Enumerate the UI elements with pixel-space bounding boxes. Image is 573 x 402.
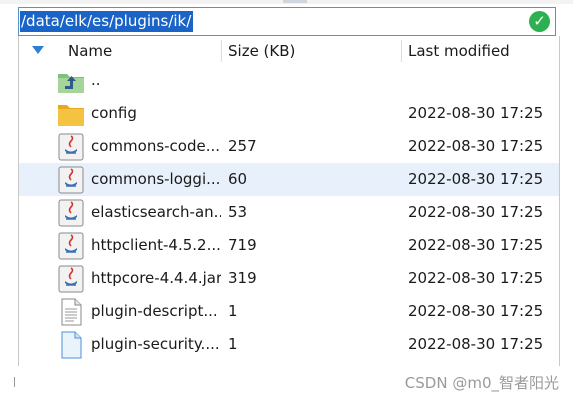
java-file-icon <box>58 199 84 227</box>
file-name: httpcore-4.4.4.jar <box>91 269 221 287</box>
file-row-highlighted[interactable]: commons-loggi... 60 2022-08-30 17:25 <box>19 163 559 196</box>
path-input[interactable]: /data/elk/es/plugins/ik/ ✓ <box>18 7 556 36</box>
file-modified: 2022-08-30 17:25 <box>408 335 544 353</box>
file-row[interactable]: plugin-descript... 1 2022-08-30 17:25 <box>19 295 559 328</box>
file-row[interactable]: plugin-security.... 1 2022-08-30 17:25 <box>19 328 559 361</box>
file-row[interactable]: config 2022-08-30 17:25 <box>19 97 559 130</box>
file-modified: 2022-08-30 17:25 <box>408 137 544 155</box>
file-name: plugin-security.... <box>91 335 220 353</box>
file-name: commons-loggi... <box>91 170 221 188</box>
file-modified: 2022-08-30 17:25 <box>408 170 544 188</box>
file-modified: 2022-08-30 17:25 <box>408 104 544 122</box>
file-size: 719 <box>228 236 257 254</box>
file-row-parent[interactable]: .. <box>19 64 559 97</box>
column-header: Name Size (KB) Last modified <box>18 38 560 64</box>
java-file-icon <box>58 166 84 194</box>
java-file-icon <box>58 265 84 293</box>
file-name: commons-code... <box>91 137 221 155</box>
blank-file-icon <box>61 331 82 359</box>
sort-descending-icon[interactable] <box>32 46 44 54</box>
java-file-icon <box>58 232 84 260</box>
column-divider[interactable] <box>221 40 222 62</box>
file-modified: 2022-08-30 17:25 <box>408 302 544 320</box>
file-modified: 2022-08-30 17:25 <box>408 203 544 221</box>
file-row[interactable]: elasticsearch-an... 53 2022-08-30 17:25 <box>19 196 559 229</box>
file-size: 60 <box>228 170 248 188</box>
column-name[interactable]: Name <box>68 42 112 60</box>
folder-icon <box>58 105 84 126</box>
file-name: httpclient-4.5.2... <box>91 236 221 254</box>
file-name: plugin-descript... <box>91 302 218 320</box>
path-input-value[interactable]: /data/elk/es/plugins/ik/ <box>20 11 194 32</box>
file-size: 53 <box>228 203 248 221</box>
file-name: .. <box>91 71 101 89</box>
column-divider[interactable] <box>401 40 402 62</box>
file-size: 1 <box>228 302 238 320</box>
splitter-handle[interactable] <box>283 0 307 3</box>
java-file-icon <box>58 133 84 161</box>
top-strip <box>0 0 573 4</box>
file-row[interactable]: httpcore-4.4.4.jar 319 2022-08-30 17:25 <box>19 262 559 295</box>
column-last-modified[interactable]: Last modified <box>408 42 510 60</box>
file-row[interactable]: commons-code... 257 2022-08-30 17:25 <box>19 130 559 163</box>
parent-folder-icon <box>58 74 84 93</box>
file-row[interactable]: httpclient-4.5.2... 719 2022-08-30 17:25 <box>19 229 559 262</box>
column-size[interactable]: Size (KB) <box>228 42 295 60</box>
pane-edge <box>14 377 15 387</box>
file-name: elasticsearch-an... <box>91 203 221 221</box>
watermark-text: CSDN @m0_智者阳光 <box>404 374 559 392</box>
file-modified: 2022-08-30 17:25 <box>408 269 544 287</box>
file-name: config <box>91 104 137 122</box>
check-icon[interactable]: ✓ <box>529 11 550 32</box>
text-file-icon <box>61 298 82 326</box>
file-size: 1 <box>228 335 238 353</box>
file-modified: 2022-08-30 17:25 <box>408 236 544 254</box>
file-rows: .. config 2022-08-30 17:25 commons-code.… <box>19 64 559 361</box>
file-size: 319 <box>228 269 257 287</box>
file-size: 257 <box>228 137 257 155</box>
